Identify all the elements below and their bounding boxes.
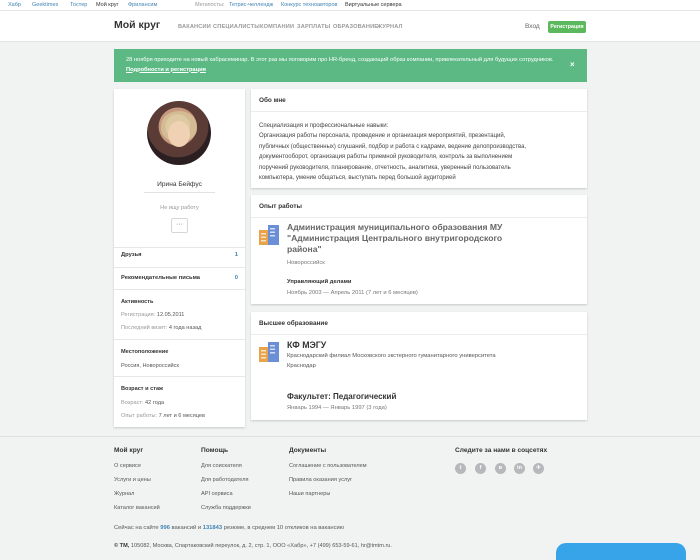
footer-link[interactable]: Для соискателя <box>201 463 242 469</box>
resumes-count[interactable]: 131843 <box>203 525 222 531</box>
site-footer: Мой круг О сервисе Услуги и цены Журнал … <box>0 436 700 560</box>
footer-col-title: Помощь <box>201 447 229 454</box>
footer-link[interactable]: Соглашение с пользователем <box>289 463 367 469</box>
age: Возраст: 42 года <box>121 400 165 406</box>
divider <box>251 334 587 335</box>
job-period: Ноябрь 2003 — Апрель 2011 (7 лет и 6 мес… <box>287 290 418 296</box>
top-links-bar: Хабр Geektimes Тостер Мой круг Фрилансим… <box>0 0 700 11</box>
friends-count[interactable]: 1 <box>235 252 238 258</box>
divider <box>114 339 245 340</box>
announcement-banner: 28 ноября приходите на новый хабрасемина… <box>114 49 587 82</box>
toplink-toster[interactable]: Тостер <box>70 0 87 11</box>
twitter-icon[interactable]: t <box>455 463 466 474</box>
profile-card: Ирина Бейфус Не ищу работу ··· Друзья 1 … <box>114 89 245 427</box>
nav-companies[interactable]: КОМПАНИИ <box>260 24 294 30</box>
friends-row[interactable]: Друзья 1 <box>121 252 238 258</box>
about-title: Обо мне <box>259 97 286 104</box>
nav-journal[interactable]: ЖУРНАЛ <box>377 24 403 30</box>
footer-col-title: Документы <box>289 447 327 454</box>
site-stats: Сейчас на сайте 996 вакансий и 131843 ре… <box>114 525 345 531</box>
university-icon <box>259 342 279 362</box>
job-position: Управляющий делами <box>287 279 352 285</box>
nav-specialists[interactable]: СПЕЦИАЛИСТЫ <box>213 24 260 30</box>
social-title: Следите за нами в соцсетях <box>455 447 548 454</box>
building-icon <box>259 225 279 245</box>
registration-date: Регистрация: 12.05.2011 <box>121 312 185 318</box>
toplink-contest[interactable]: Конкурс техноавторов <box>281 0 337 11</box>
more-options-button[interactable]: ··· <box>171 218 188 233</box>
faculty: Факультет: Педагогический <box>287 392 397 401</box>
footer-link[interactable]: Наши партнеры <box>289 491 330 497</box>
work-experience: Опыт работы: 7 лет и 6 месяцев <box>121 413 205 419</box>
employer-city: Новороссийск <box>287 260 325 266</box>
linkedin-icon[interactable]: in <box>514 463 525 474</box>
divider <box>251 217 587 218</box>
activity-title: Активность <box>121 299 154 305</box>
recommendations-label: Рекомендательные письма <box>121 275 201 281</box>
experience-title: Опыт работы <box>259 203 302 210</box>
job-status: Не ищу работу <box>160 205 199 211</box>
toplink-habr[interactable]: Хабр <box>8 0 21 11</box>
employer-name[interactable]: Администрация муниципального образования… <box>287 222 527 255</box>
telegram-icon[interactable]: ✈ <box>533 463 544 474</box>
divider <box>114 376 245 377</box>
toplink-freelansim[interactable]: Фрилансим <box>128 0 157 11</box>
avatar <box>147 101 211 165</box>
university-city: Краснодар <box>287 363 316 369</box>
divider <box>114 289 245 290</box>
vacancies-count[interactable]: 996 <box>160 525 170 531</box>
age-experience-title: Возраст и стаж <box>121 386 164 392</box>
location-title: Местоположение <box>121 349 169 355</box>
study-period: Январь 1994 — Январь 1997 (3 года) <box>287 405 387 411</box>
nav-salaries[interactable]: ЗАРПЛАТЫ <box>297 24 330 30</box>
register-button[interactable]: Регистрация <box>548 21 586 33</box>
footer-link[interactable]: API сервиса <box>201 491 233 497</box>
recommendations-row[interactable]: Рекомендательные письма 0 <box>121 275 238 281</box>
banner-text: 28 ноября приходите на новый хабрасемина… <box>126 57 554 63</box>
footer-col-title: Мой круг <box>114 447 144 454</box>
site-logo[interactable]: Мой круг <box>114 19 160 31</box>
education-title: Высшее образование <box>259 320 328 327</box>
divider <box>251 111 587 112</box>
footer-link[interactable]: Служба поддержки <box>201 505 251 511</box>
toplink-tetris[interactable]: Тетрис-челлендж <box>229 0 273 11</box>
profile-name: Ирина Бейфус <box>157 181 202 188</box>
about-card: Обо мне Специализация и профессиональные… <box>251 89 587 188</box>
friends-label: Друзья <box>121 252 142 258</box>
footer-link[interactable]: Услуги и цены <box>114 477 151 483</box>
footer-link[interactable]: О сервисе <box>114 463 141 469</box>
footer-link[interactable]: Правила оказания услуг <box>289 477 352 483</box>
toplink-moikrug[interactable]: Мой круг <box>96 0 118 11</box>
nav-education[interactable]: ОБРАЗОВАНИЕ <box>333 24 378 30</box>
recommendations-count[interactable]: 0 <box>235 275 238 281</box>
login-link[interactable]: Вход <box>525 23 540 30</box>
university-short-name[interactable]: КФ МЭГУ <box>287 340 326 350</box>
last-visit: Последний визит: 4 года назад <box>121 325 202 331</box>
divider <box>114 247 245 248</box>
experience-card: Опыт работы Администрация муниципального… <box>251 195 587 304</box>
copyright: © ТМ, 105082, Москва, Спартаковский пере… <box>114 543 392 549</box>
toplink-geektimes[interactable]: Geektimes <box>32 0 58 11</box>
nav-vacancies[interactable]: ВАКАНСИИ <box>178 24 211 30</box>
banner-details-link[interactable]: Подробности и регистрация <box>126 67 206 73</box>
education-card: Высшее образование КФ МЭГУ Краснодарский… <box>251 312 587 420</box>
megaposts-label: Мегапосты: <box>195 2 225 8</box>
footer-link[interactable]: Журнал <box>114 491 134 497</box>
site-header: Мой круг ВАКАНСИИ СПЕЦИАЛИСТЫ КОМПАНИИ З… <box>0 11 700 42</box>
footer-link[interactable]: Для работодателя <box>201 477 249 483</box>
banner-close-icon[interactable]: × <box>570 60 575 70</box>
divider <box>144 192 215 193</box>
toplink-vps[interactable]: Виртуальные сервера <box>345 0 402 11</box>
location-value: Россия, Новороссийск <box>121 363 179 369</box>
facebook-icon[interactable]: f <box>475 463 486 474</box>
about-text: Специализация и профессиональные навыки:… <box>259 123 527 182</box>
footer-link[interactable]: Каталог вакансий <box>114 505 160 511</box>
divider <box>114 267 245 268</box>
university-full-name: Краснодарский филиал Московского экстерн… <box>287 353 496 359</box>
floating-widget[interactable] <box>556 543 686 560</box>
vk-icon[interactable]: в <box>495 463 506 474</box>
